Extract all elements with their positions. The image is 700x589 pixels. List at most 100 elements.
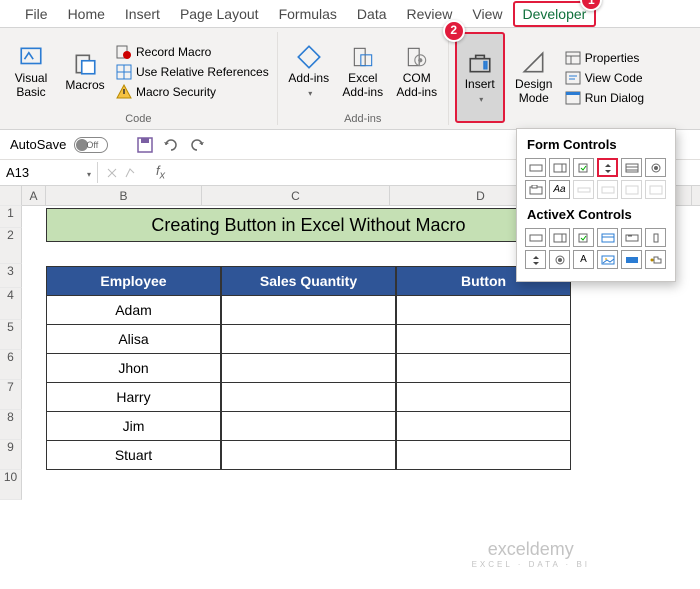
cell-sales[interactable] bbox=[221, 354, 396, 383]
row-header[interactable]: 6 bbox=[0, 350, 22, 380]
cell-button[interactable] bbox=[396, 354, 571, 383]
cell-employee[interactable]: Jhon bbox=[46, 354, 221, 383]
macro-security-button[interactable]: Macro Security bbox=[114, 83, 271, 101]
form-textfield-icon[interactable] bbox=[597, 180, 618, 199]
table-title[interactable]: Creating Button in Excel Without Macro bbox=[46, 208, 571, 242]
cell-button[interactable] bbox=[396, 325, 571, 354]
row-header[interactable]: 10 bbox=[0, 470, 22, 500]
use-relative-refs-button[interactable]: Use Relative References bbox=[114, 63, 271, 81]
ax-checkbox-icon[interactable] bbox=[573, 228, 594, 247]
cell-employee[interactable]: Adam bbox=[46, 296, 221, 325]
toolbox-icon bbox=[467, 50, 493, 76]
ribbon: Visual Basic Macros Record Macro Use Rel… bbox=[0, 28, 700, 130]
form-button-icon[interactable] bbox=[525, 158, 546, 177]
activex-controls-grid: A bbox=[523, 228, 669, 275]
excel-addins-button[interactable]: Excel Add-ins bbox=[338, 32, 388, 111]
view-code-button[interactable]: View Code bbox=[563, 69, 646, 87]
row-header[interactable]: 8 bbox=[0, 410, 22, 440]
select-all-cell[interactable] bbox=[0, 186, 22, 206]
header-sales-quantity[interactable]: Sales Quantity bbox=[221, 266, 396, 296]
cell-employee[interactable]: Stuart bbox=[46, 441, 221, 470]
cell-button[interactable] bbox=[396, 441, 571, 470]
cell-button[interactable] bbox=[396, 383, 571, 412]
undo-icon[interactable] bbox=[162, 136, 180, 154]
form-combo-dropdown-icon[interactable] bbox=[645, 180, 666, 199]
record-macro-button[interactable]: Record Macro bbox=[114, 43, 271, 61]
form-spinner-icon[interactable] bbox=[597, 158, 618, 177]
save-icon[interactable] bbox=[136, 136, 154, 154]
cell-button[interactable] bbox=[396, 296, 571, 325]
redo-icon[interactable] bbox=[188, 136, 206, 154]
row-header[interactable]: 9 bbox=[0, 440, 22, 470]
form-option-icon[interactable] bbox=[645, 158, 666, 177]
properties-button[interactable]: Properties bbox=[563, 49, 646, 67]
cell-sales[interactable] bbox=[221, 296, 396, 325]
warning-icon bbox=[116, 84, 132, 100]
callout-1: 1 bbox=[580, 0, 602, 11]
ax-more-icon[interactable] bbox=[645, 250, 666, 269]
design-mode-button[interactable]: Design Mode bbox=[509, 32, 559, 123]
ax-combo-icon[interactable] bbox=[549, 228, 570, 247]
col-header-a[interactable]: A bbox=[22, 186, 46, 205]
form-combo-icon[interactable] bbox=[549, 158, 570, 177]
ruler-triangle-icon bbox=[521, 50, 547, 76]
tab-file[interactable]: File bbox=[15, 1, 58, 27]
header-employee[interactable]: Employee bbox=[46, 266, 221, 296]
row-header[interactable]: 7 bbox=[0, 380, 22, 410]
col-header-c[interactable]: C bbox=[202, 186, 390, 205]
cell-employee[interactable]: Harry bbox=[46, 383, 221, 412]
com-addins-button[interactable]: COM Add-ins bbox=[392, 32, 442, 111]
chevron-down-icon bbox=[84, 165, 91, 180]
tab-data[interactable]: Data bbox=[347, 1, 397, 27]
excel-addins-label: Excel Add-ins bbox=[340, 72, 386, 98]
com-addins-icon bbox=[404, 44, 430, 70]
tab-developer[interactable]: Developer 1 bbox=[513, 1, 597, 27]
form-combo-list-icon[interactable] bbox=[621, 180, 642, 199]
insert-controls-button[interactable]: 2 Insert bbox=[455, 32, 505, 123]
ax-listbox-icon[interactable] bbox=[597, 228, 618, 247]
row-header[interactable]: 2 bbox=[0, 228, 22, 264]
row-header[interactable]: 3 bbox=[0, 264, 22, 288]
cell-sales[interactable] bbox=[221, 441, 396, 470]
form-controls-heading: Form Controls bbox=[523, 135, 669, 158]
cell-sales[interactable] bbox=[221, 325, 396, 354]
ax-label-icon[interactable]: A bbox=[573, 250, 594, 269]
ax-scrollbar-icon[interactable] bbox=[645, 228, 666, 247]
cell-button[interactable] bbox=[396, 412, 571, 441]
form-label-icon[interactable]: Aa bbox=[549, 180, 570, 199]
name-box[interactable]: A13 bbox=[0, 162, 98, 183]
tab-page-layout[interactable]: Page Layout bbox=[170, 1, 269, 27]
com-addins-label: COM Add-ins bbox=[394, 72, 440, 98]
properties-label: Properties bbox=[585, 51, 640, 65]
run-dialog-button[interactable]: Run Dialog bbox=[563, 89, 646, 107]
col-header-b[interactable]: B bbox=[46, 186, 202, 205]
ax-image-icon[interactable] bbox=[597, 250, 618, 269]
form-listbox-icon[interactable] bbox=[621, 158, 642, 177]
ax-textbox-icon[interactable] bbox=[621, 228, 642, 247]
macros-button[interactable]: Macros bbox=[60, 32, 110, 111]
ax-spin-icon[interactable] bbox=[525, 250, 546, 269]
view-code-label: View Code bbox=[585, 71, 643, 85]
row-header[interactable]: 1 bbox=[0, 206, 22, 228]
fx-icon[interactable]: fx bbox=[146, 163, 175, 182]
cell-employee[interactable]: Alisa bbox=[46, 325, 221, 354]
addins-button[interactable]: Add-ins bbox=[284, 32, 334, 111]
ax-toggle-icon[interactable] bbox=[621, 250, 642, 269]
form-checkbox-icon[interactable] bbox=[573, 158, 594, 177]
ax-command-icon[interactable] bbox=[525, 228, 546, 247]
ax-option-icon[interactable] bbox=[549, 250, 570, 269]
row-header[interactable]: 5 bbox=[0, 320, 22, 350]
visual-basic-button[interactable]: Visual Basic bbox=[6, 32, 56, 111]
cell-sales[interactable] bbox=[221, 412, 396, 441]
cell-sales[interactable] bbox=[221, 383, 396, 412]
row-header[interactable]: 4 bbox=[0, 288, 22, 320]
tab-insert[interactable]: Insert bbox=[115, 1, 170, 27]
form-controls-grid: Aa bbox=[523, 158, 669, 205]
tab-formulas[interactable]: Formulas bbox=[269, 1, 347, 27]
form-groupbox-icon[interactable] bbox=[525, 180, 546, 199]
cancel-enter-icons[interactable] bbox=[102, 165, 142, 181]
cell-employee[interactable]: Jim bbox=[46, 412, 221, 441]
form-scrollbar-icon[interactable] bbox=[573, 180, 594, 199]
tab-home[interactable]: Home bbox=[58, 1, 115, 27]
tab-view[interactable]: View bbox=[462, 1, 512, 27]
